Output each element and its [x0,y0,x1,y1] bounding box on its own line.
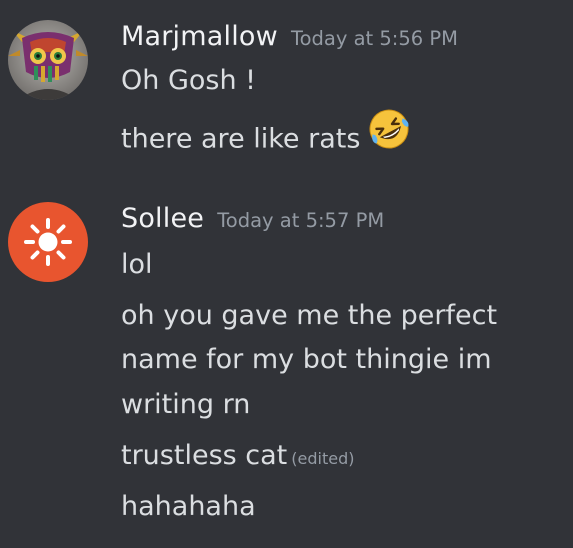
avatar-sollee[interactable] [8,202,88,282]
username[interactable]: Marjmallow [121,21,278,52]
message-text: oh you gave me the perfect [121,300,498,331]
avatar-marjmallow[interactable] [8,20,88,100]
message-text: Oh Gosh ! [121,65,256,96]
mask-avatar-icon [8,20,88,100]
message-text: lol [121,249,153,280]
message-line: there are like rats [121,109,412,170]
message-text: name for my bot thingie im [121,344,492,375]
laughing-emoji-icon [369,109,409,149]
timestamp[interactable]: Today at 5:56 PM [291,27,458,50]
username[interactable]: Sollee [121,203,204,234]
message-text: hahahaha [121,491,256,522]
message-header: Sollee Today at 5:57 PM [121,203,384,234]
rolling-on-floor-laughing-emoji[interactable] [366,106,412,166]
message-text: writing rn [121,389,251,420]
chat-messages: Marjmallow Today at 5:56 PM Oh Gosh ! th… [0,0,573,548]
sun-avatar-icon [8,202,88,282]
message-line: trustless cat (edited) [121,434,354,481]
timestamp[interactable]: Today at 5:57 PM [217,209,384,232]
message-header: Marjmallow Today at 5:56 PM [121,21,458,52]
message-text: there are like rats [121,123,361,155]
edited-label[interactable]: (edited) [291,449,354,468]
message-text: trustless cat [121,440,288,471]
